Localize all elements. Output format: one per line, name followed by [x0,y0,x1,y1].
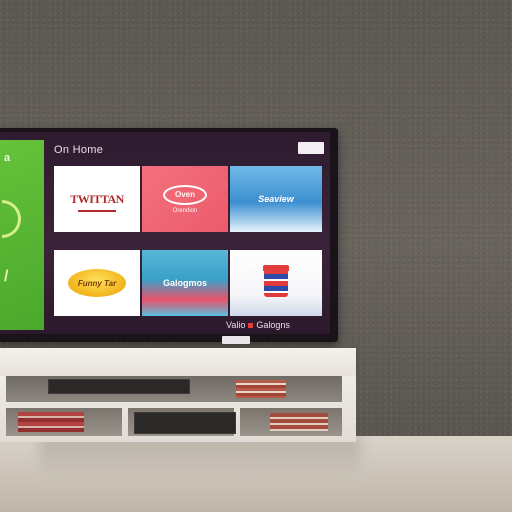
app-tile-2-label: Oven [174,190,195,199]
media-device-lower [134,412,236,434]
app-tile-4-label: Funny Tar [77,278,117,288]
tv-stand-top [0,348,356,376]
screen-footer: Valio Galogns [226,320,290,330]
screen-title: On Home [54,144,104,156]
book-stack-lower-left [18,412,84,432]
tv-power-indicator [222,336,250,344]
book-stack-upper [236,380,286,398]
tv-screen: a / On Home TWITTAN Oven Orendion Seavie… [0,132,330,334]
side-panel-green[interactable]: a / [0,140,44,330]
app-tile-3-label: Seaview [258,194,294,204]
book-stack-lower-right [270,413,328,431]
app-tile-2-sublabel: Orendion [172,207,198,214]
side-panel-logo-icon [2,200,21,238]
footer-text-right: Galogns [256,320,290,330]
side-panel-label: a [4,152,11,164]
app-tile-6[interactable] [230,250,322,316]
app-tile-3[interactable]: Seaview [230,166,322,232]
app-tile-4-logo-icon: Funny Tar [68,269,126,297]
side-panel-mark-icon: / [4,268,9,285]
top-right-badge[interactable] [298,142,324,154]
media-device-upper [48,379,190,394]
floor [0,436,512,512]
app-tile-2-logo-icon: Oven [163,184,207,205]
app-tile-6-flag-icon [263,265,289,297]
app-tile-1[interactable]: TWITTAN [54,166,140,232]
footer-dot-icon [248,323,254,328]
television: a / On Home TWITTAN Oven Orendion Seavie… [0,128,338,342]
app-tile-5[interactable]: Galogmos [142,250,228,316]
app-tile-5-label: Galogmos [162,278,207,288]
app-tile-1-underline [78,210,116,212]
app-tile-2[interactable]: Oven Orendion [142,166,228,232]
app-tile-2-content: Oven Orendion [163,184,207,214]
footer-text-left: Valio [226,320,246,330]
app-tile-4[interactable]: Funny Tar [54,250,140,316]
app-tile-1-label: TWITTAN [70,191,124,206]
